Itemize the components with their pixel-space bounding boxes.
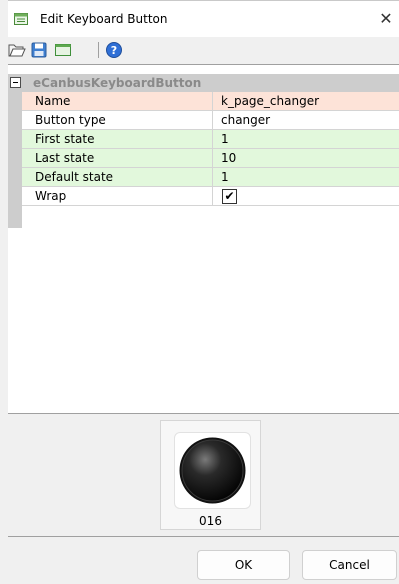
property-label: Wrap: [35, 189, 67, 203]
column-divider: [212, 92, 213, 110]
button-preview[interactable]: [174, 432, 251, 509]
property-row-first-state[interactable]: First state 1: [22, 130, 399, 149]
column-divider: [212, 168, 213, 186]
collapse-icon[interactable]: [10, 77, 21, 88]
property-row-name[interactable]: Name k_page_changer: [22, 92, 399, 111]
column-divider: [212, 149, 213, 167]
open-folder-icon[interactable]: [8, 41, 26, 59]
column-divider: [212, 111, 213, 129]
wrap-checkbox[interactable]: ✔: [222, 189, 237, 204]
property-label: First state: [35, 132, 95, 146]
property-row-wrap[interactable]: Wrap ✔: [22, 187, 399, 206]
property-label: Default state: [35, 170, 114, 184]
footer-separator: [8, 536, 399, 537]
close-icon[interactable]: ✕: [373, 7, 399, 31]
save-icon[interactable]: [30, 41, 48, 59]
property-value[interactable]: changer: [221, 113, 270, 127]
toolbar: ?: [8, 37, 399, 62]
column-divider: [212, 187, 213, 205]
round-button-icon: [179, 437, 246, 504]
property-label: Button type: [35, 113, 106, 127]
svg-text:?: ?: [111, 44, 117, 57]
title-bar: Edit Keyboard Button ✕: [8, 0, 399, 38]
toolbar-separator: [98, 42, 99, 58]
property-value[interactable]: k_page_changer: [221, 94, 319, 108]
grid-left-margin: [8, 92, 22, 228]
property-row-default-state[interactable]: Default state 1: [22, 168, 399, 187]
window-icon[interactable]: [54, 41, 72, 59]
column-divider: [212, 130, 213, 148]
button-preview-panel: 016: [160, 420, 261, 530]
help-icon[interactable]: ?: [105, 41, 123, 59]
property-value[interactable]: 1: [221, 132, 229, 146]
app-window-icon: [14, 13, 28, 25]
ok-button[interactable]: OK: [197, 550, 290, 580]
category-header[interactable]: eCanbusKeyboardButton: [8, 74, 399, 92]
category-title: eCanbusKeyboardButton: [33, 76, 202, 90]
property-label: Name: [35, 94, 71, 108]
property-value[interactable]: 10: [221, 151, 236, 165]
property-label: Last state: [35, 151, 95, 165]
property-value[interactable]: 1: [221, 170, 229, 184]
cancel-button[interactable]: Cancel: [302, 550, 397, 580]
property-row-last-state[interactable]: Last state 10: [22, 149, 399, 168]
property-grid: eCanbusKeyboardButton Name k_page_change…: [8, 64, 399, 414]
window-title: Edit Keyboard Button: [40, 12, 168, 26]
edit-keyboard-button-dialog: Edit Keyboard Button ✕ ? eCanbusKeyboard…: [0, 0, 399, 584]
property-row-button-type[interactable]: Button type changer: [22, 111, 399, 130]
preview-label: 016: [199, 514, 222, 528]
